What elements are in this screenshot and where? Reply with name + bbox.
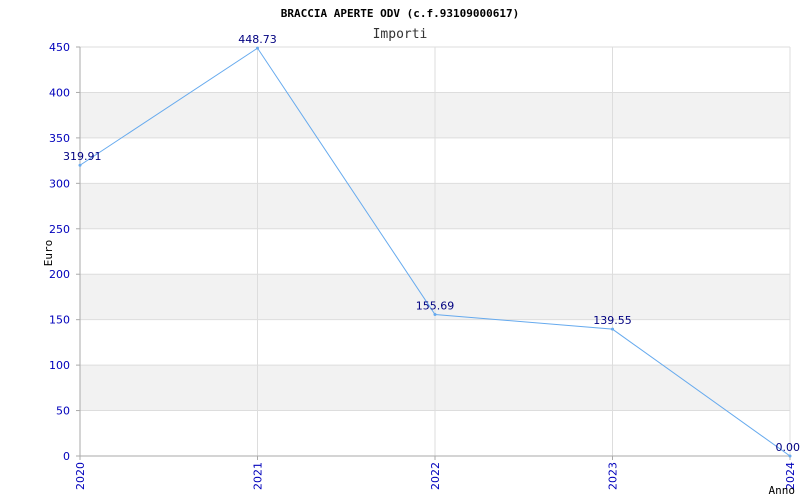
chart-subtitle: Importi — [373, 27, 428, 42]
y-tick-label: 100 — [49, 359, 70, 372]
y-tick-label: 250 — [49, 223, 70, 236]
y-tick-label: 400 — [49, 86, 70, 99]
y-tick-label: 150 — [49, 314, 70, 327]
y-tick-label: 0 — [63, 450, 70, 463]
y-tick-label: 200 — [49, 268, 70, 281]
y-axis-label: Euro — [42, 240, 55, 267]
data-point — [611, 327, 614, 331]
x-tick-label: 2021 — [252, 462, 265, 490]
x-tick-label: 2023 — [607, 462, 620, 490]
data-label: 448.73 — [238, 33, 277, 46]
data-point — [433, 312, 437, 316]
data-label: 155.69 — [416, 299, 455, 312]
y-tick-label: 300 — [49, 177, 70, 190]
data-label: 139.55 — [593, 314, 632, 327]
x-axis-ticks: 2020 2021 2022 2023 2024 — [74, 456, 797, 490]
x-tick-label: 2022 — [429, 462, 442, 490]
x-tick-label: 2020 — [74, 462, 87, 490]
data-label: 0.00 — [776, 441, 800, 454]
y-tick-label: 350 — [49, 132, 70, 145]
data-point — [256, 46, 259, 50]
y-tick-label: 50 — [56, 405, 70, 418]
x-axis-label: Anno — [769, 484, 796, 497]
y-tick-label: 450 — [49, 41, 70, 54]
data-point — [788, 454, 792, 458]
chart-title: BRACCIA APERTE ODV (c.f.93109000617) — [281, 7, 519, 20]
line-chart: 0 50 100 150 200 250 300 350 400 450 2020 2021 2022… — [42, 7, 800, 497]
data-label: 319.91 — [63, 150, 102, 163]
data-point — [78, 163, 82, 167]
